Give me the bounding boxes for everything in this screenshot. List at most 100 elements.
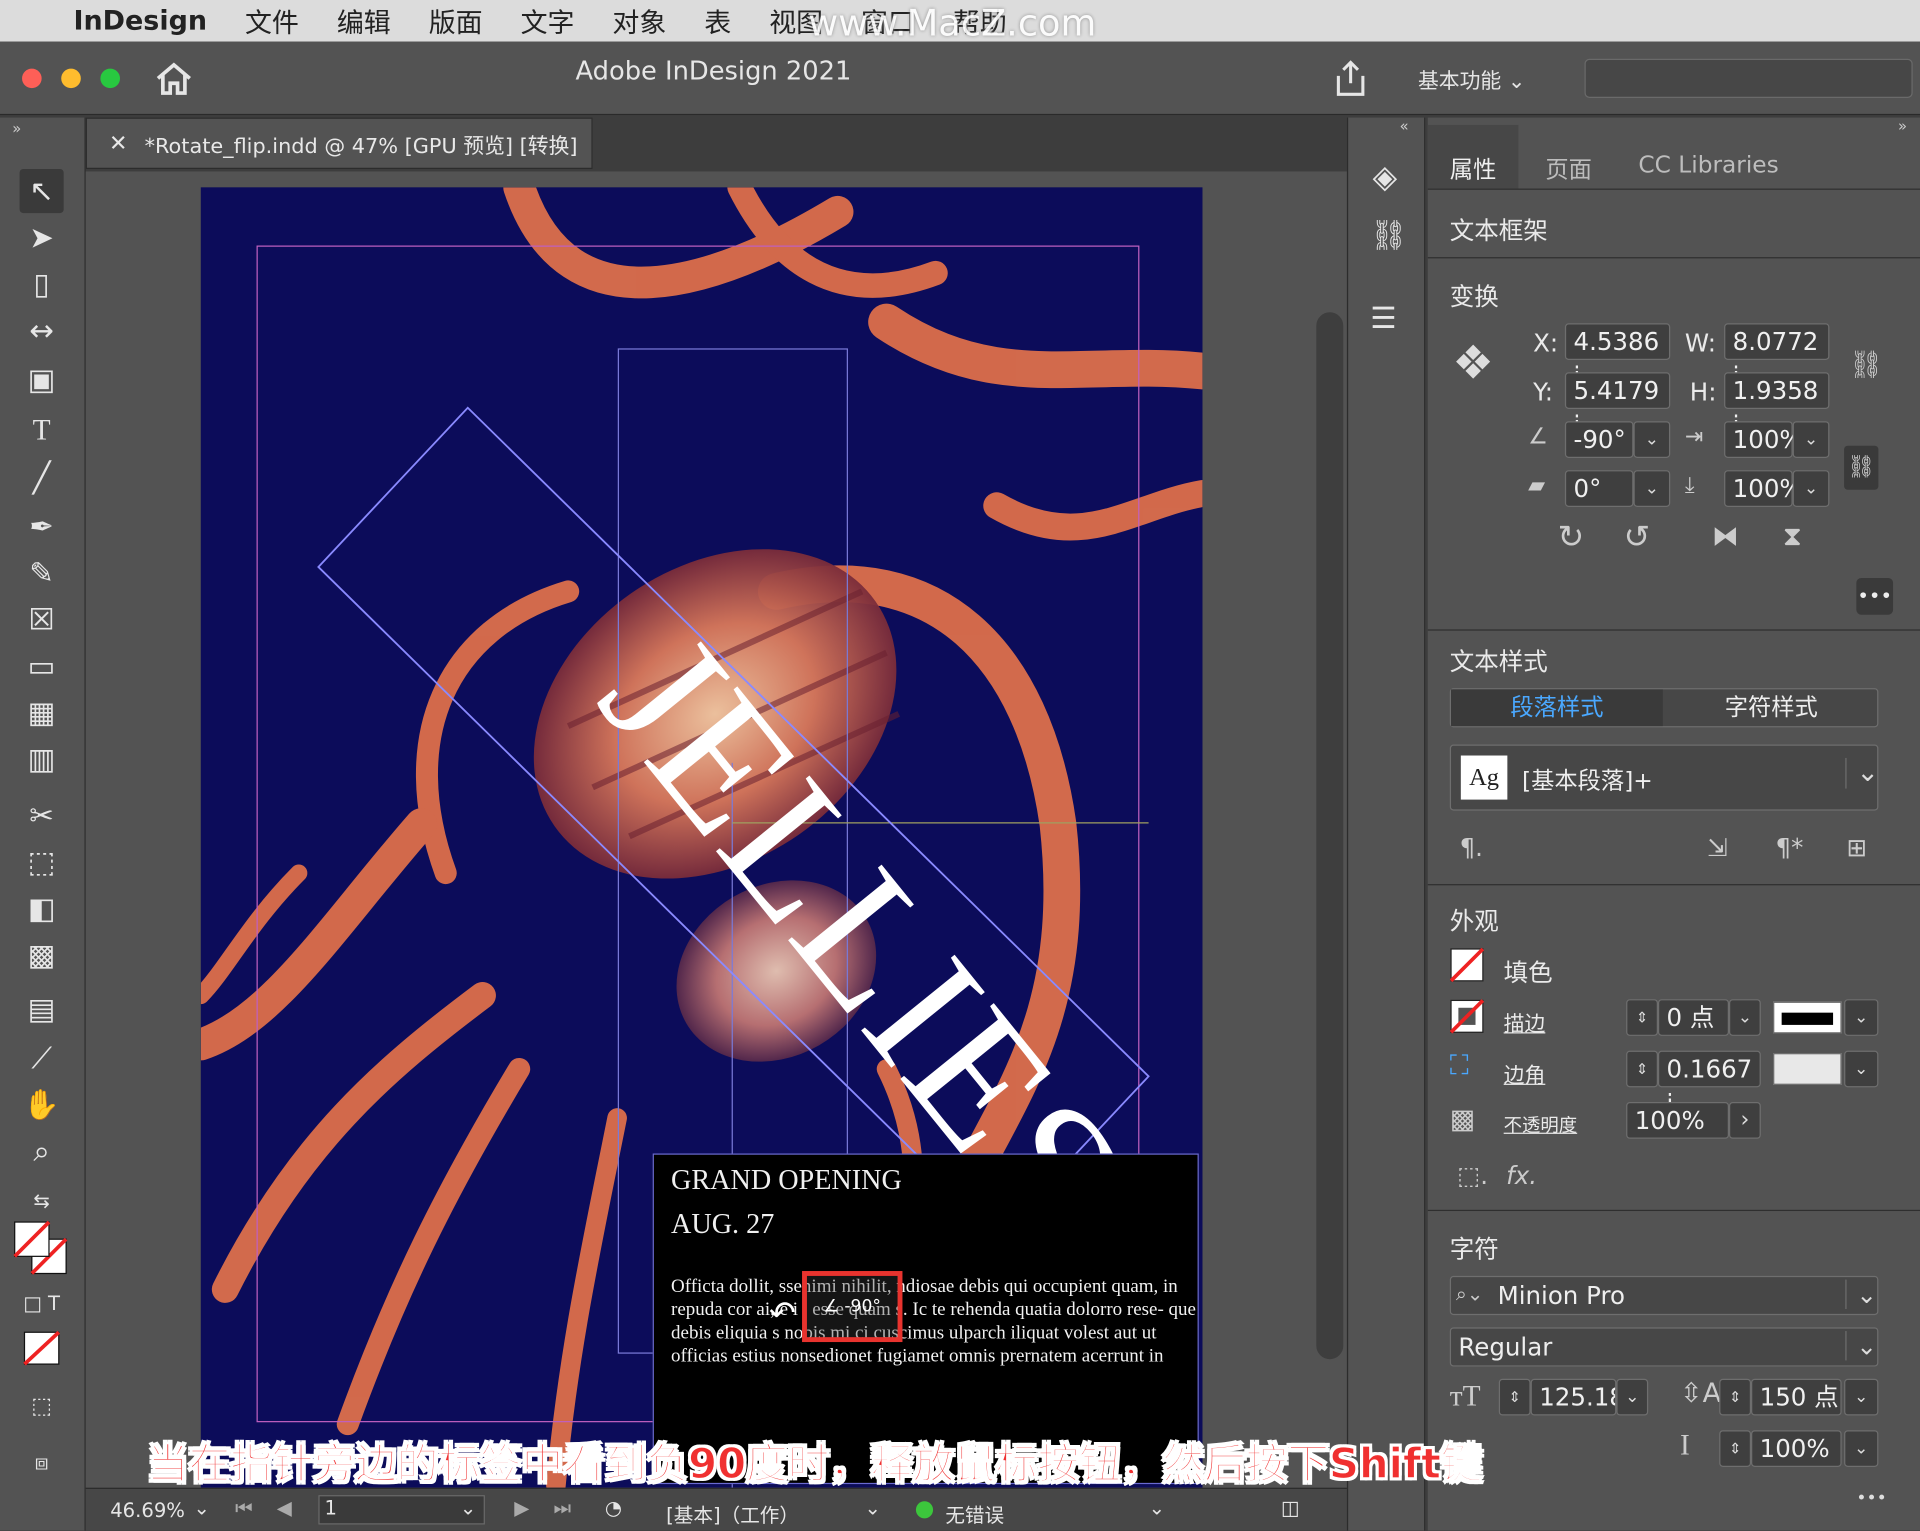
first-page-icon[interactable]: ⏮ xyxy=(235,1496,253,1520)
last-page-icon[interactable]: ⏭ xyxy=(553,1496,571,1520)
flip-vertical-icon[interactable]: ⧗ xyxy=(1783,522,1802,553)
next-page-icon[interactable]: ▶ xyxy=(514,1496,529,1519)
rectangle-frame-tool-icon[interactable]: ☒ xyxy=(20,598,64,642)
effects-fx-icon[interactable]: fx. xyxy=(1506,1161,1537,1190)
menu-object[interactable]: 对象 xyxy=(612,1,666,40)
flip-horizontal-icon[interactable]: ⧓ xyxy=(1712,522,1739,553)
collapse-panel-icon[interactable]: » xyxy=(1898,118,1907,135)
font-family-field[interactable]: ⌕⌄ Minion Pro ⌄ xyxy=(1449,1275,1879,1316)
hand-tool-icon[interactable]: ✋ xyxy=(20,1082,64,1126)
y-position-field[interactable]: 5.4179 i xyxy=(1564,372,1671,440)
tab-character-styles[interactable]: 字符样式 xyxy=(1664,689,1878,726)
stroke-type-swatch[interactable] xyxy=(1773,1001,1842,1034)
font-style-field[interactable]: Regular ⌄ xyxy=(1449,1327,1879,1367)
zoom-window-button[interactable] xyxy=(100,68,121,89)
tab-properties[interactable]: 属性 xyxy=(1450,152,1497,185)
reference-point-icon[interactable]: ❖ xyxy=(1452,336,1494,390)
scale-y-field[interactable]: 100% xyxy=(1724,470,1803,507)
preflight-icon[interactable]: ◔ xyxy=(605,1496,622,1519)
vertical-scale-stepper[interactable]: ⇕ xyxy=(1719,1430,1752,1467)
corner-shape-swatch[interactable] xyxy=(1773,1053,1842,1085)
eyedropper-tool-icon[interactable]: ⟋ xyxy=(20,1036,64,1080)
split-view-icon[interactable]: ◫ xyxy=(1281,1496,1300,1519)
menu-app[interactable]: InDesign xyxy=(73,6,207,37)
constrain-scale-icon[interactable]: ⛓ xyxy=(1844,445,1879,490)
document-tab[interactable]: ✕ *Rotate_flip.indd @ 47% [GPU 预览] [转换] xyxy=(85,117,593,169)
width-field[interactable]: 8.0772 i xyxy=(1724,323,1830,391)
menu-edit[interactable]: 编辑 xyxy=(337,1,391,40)
page-tool-icon[interactable]: ▯ xyxy=(20,262,64,306)
chevron-down-icon[interactable]: ⌄ xyxy=(1844,999,1879,1036)
gap-tool-icon[interactable]: ↔ xyxy=(20,309,64,353)
menu-table[interactable]: 表 xyxy=(704,1,731,40)
previous-page-icon[interactable]: ◀ xyxy=(277,1496,292,1519)
chevron-down-icon[interactable]: ⌄ xyxy=(1792,421,1830,458)
zoom-level[interactable]: 46.69% xyxy=(110,1499,185,1522)
leading-stepper[interactable]: ⇕ xyxy=(1719,1378,1752,1416)
swap-colors-icon[interactable]: ⇆ xyxy=(20,1178,64,1222)
preflight-profile[interactable]: [基本]（工作） xyxy=(666,1499,799,1528)
screen-mode-icon[interactable]: ⬚ xyxy=(20,1384,64,1428)
chevron-down-icon[interactable]: ⌄ xyxy=(1844,1430,1879,1467)
stroke-weight-field[interactable]: 0 点 xyxy=(1657,999,1729,1036)
font-size-stepper[interactable]: ⇕ xyxy=(1498,1378,1531,1416)
load-styles-icon[interactable]: ⇲ xyxy=(1707,833,1728,862)
links-panel-icon[interactable]: ⛓ xyxy=(1370,218,1407,252)
direct-selection-tool-icon[interactable]: ➤ xyxy=(20,216,64,260)
pencil-tool-icon[interactable]: ✎ xyxy=(20,551,64,595)
grid-tool-icon[interactable]: ▥ xyxy=(20,737,64,781)
chevron-down-icon[interactable]: ⌄ xyxy=(1633,421,1671,458)
stroke-label[interactable]: 描边 xyxy=(1504,1007,1546,1037)
corner-label[interactable]: 边角 xyxy=(1504,1058,1546,1088)
zoom-dropdown-icon[interactable]: ⌄ xyxy=(193,1496,209,1519)
free-transform-tool-icon[interactable]: ⬚ xyxy=(20,840,64,884)
gradient-swatch-tool-icon[interactable]: ◧ xyxy=(20,887,64,931)
stroke-weight-stepper[interactable]: ⇕ xyxy=(1626,999,1658,1036)
vertical-scrollbar[interactable] xyxy=(1316,312,1344,1360)
note-tool-icon[interactable]: ▤ xyxy=(20,987,64,1031)
pen-tool-icon[interactable]: ✒ xyxy=(20,504,64,548)
fill-none-swatch-icon[interactable] xyxy=(1449,947,1485,983)
stroke-none-swatch-icon[interactable] xyxy=(1449,999,1485,1034)
new-style-icon[interactable]: ⊞ xyxy=(1847,833,1868,862)
chevron-down-icon[interactable]: ⌄ xyxy=(1792,470,1830,507)
more-character-options-icon[interactable]: ••• xyxy=(1856,1489,1886,1509)
height-field[interactable]: 1.9358 i xyxy=(1724,372,1830,440)
preview-mode-icon[interactable]: ⧈ xyxy=(20,1440,64,1484)
table-tool-icon[interactable]: ▦ xyxy=(20,691,64,735)
paragraph-style-dropdown[interactable]: Ag [基本段落]+ ⌄ xyxy=(1449,744,1879,811)
chevron-down-icon[interactable]: ⌄ xyxy=(864,1496,880,1519)
font-size-field[interactable]: 125.18 xyxy=(1530,1378,1617,1416)
line-tool-icon[interactable]: ╱ xyxy=(20,456,64,500)
fill-stroke-swatch-icon[interactable] xyxy=(12,1220,71,1279)
scissors-tool-icon[interactable]: ✂ xyxy=(20,793,64,837)
tab-paragraph-styles[interactable]: 段落样式 xyxy=(1451,689,1663,727)
rotation-angle-field[interactable]: -90° xyxy=(1564,421,1634,458)
share-icon[interactable] xyxy=(1332,59,1369,98)
zoom-tool-icon[interactable]: ⌕ xyxy=(20,1129,64,1173)
workspace-switcher[interactable]: 基本功能 ⌄ xyxy=(1418,64,1525,94)
selection-tool-icon[interactable]: ↖ xyxy=(19,168,64,214)
tab-pages[interactable]: 页面 xyxy=(1545,152,1592,185)
menu-file[interactable]: 文件 xyxy=(245,1,299,40)
vertical-scale-field[interactable]: 100% xyxy=(1751,1430,1842,1467)
corner-size-field[interactable]: 0.1667 i xyxy=(1657,1050,1761,1118)
x-position-field[interactable]: 4.5386 i xyxy=(1564,323,1671,391)
chevron-down-icon[interactable]: ⌄ xyxy=(1616,1378,1649,1416)
home-icon[interactable] xyxy=(154,61,193,95)
content-collector-icon[interactable]: ▣ xyxy=(20,358,64,402)
menu-layout[interactable]: 版面 xyxy=(429,1,483,40)
chevron-down-icon[interactable]: ⌄ xyxy=(1844,1050,1879,1088)
rotate-counterclockwise-icon[interactable]: ↺ xyxy=(1624,519,1651,556)
chevron-down-icon[interactable]: ⌄ xyxy=(1728,999,1761,1036)
chevron-down-icon[interactable]: ⌄ xyxy=(1844,1378,1879,1416)
page-number-field[interactable]: 1 ⌄ xyxy=(318,1495,485,1525)
more-options-icon[interactable]: ••• xyxy=(1856,577,1894,615)
tab-cc-libraries[interactable]: CC Libraries xyxy=(1638,152,1778,179)
rotate-clockwise-icon[interactable]: ↻ xyxy=(1558,519,1585,556)
corner-size-stepper[interactable]: ⇕ xyxy=(1626,1050,1658,1088)
leading-field[interactable]: 150 点 xyxy=(1751,1378,1842,1416)
type-tool-icon[interactable]: T xyxy=(20,409,64,453)
shear-angle-field[interactable]: 0° xyxy=(1564,470,1634,507)
formatting-container-icon[interactable]: □ T xyxy=(20,1281,64,1325)
